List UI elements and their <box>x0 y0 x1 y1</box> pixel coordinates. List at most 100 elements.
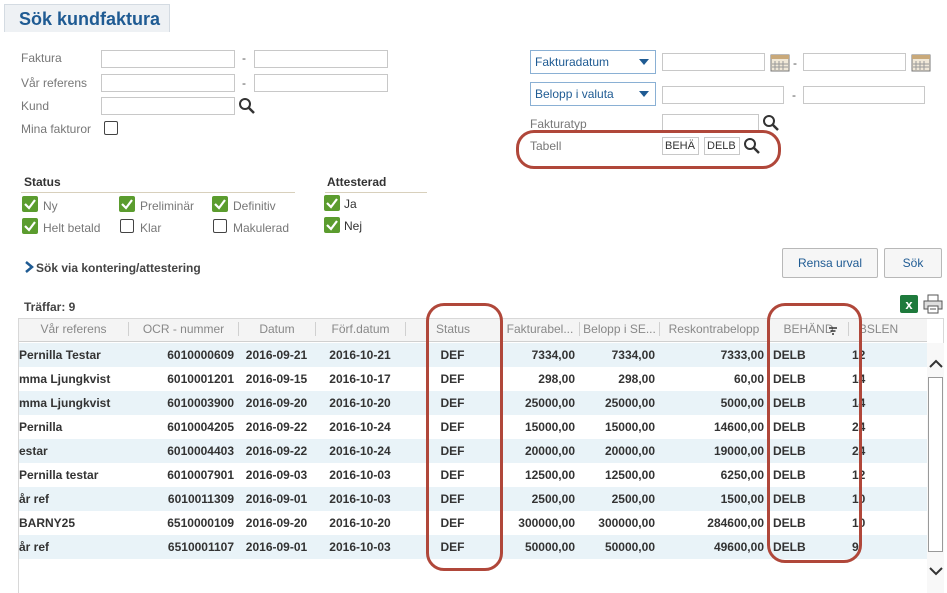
col-ocr-nummer-cell: 6010007901 <box>167 468 234 482</box>
range-dash: - <box>242 51 246 65</box>
page-title: Sök kundfaktura <box>4 4 170 32</box>
search-icon[interactable] <box>238 97 256 115</box>
faktura-to-input[interactable] <box>254 50 388 68</box>
status-makulerad-label: Makulerad <box>233 221 290 235</box>
mina-fakturor-checkbox[interactable] <box>104 121 118 135</box>
col-forf-datum-cell: 2016-10-21 <box>329 348 391 362</box>
results-count: Träffar: 9 <box>24 300 76 314</box>
col-belopp-sek-cell: 20000,00 <box>604 444 655 458</box>
col-ocr-nummer-cell: 6010003900 <box>167 396 234 410</box>
excel-export-icon[interactable]: x <box>899 294 919 314</box>
col-forf-datum-header[interactable]: Förf.datum <box>315 322 405 336</box>
col-fakturabelopp-cell: 15000,00 <box>524 420 575 434</box>
scrollbar-thumb[interactable] <box>928 377 943 552</box>
checkmark-icon <box>24 221 36 232</box>
col-fakturabelopp-cell: 300000,00 <box>518 516 575 530</box>
chevron-right-icon[interactable] <box>24 261 34 273</box>
col-belopp-sek-cell: 7334,00 <box>611 348 655 362</box>
amount-from-input[interactable] <box>662 86 784 104</box>
col-datum-cell: 2016-09-20 <box>245 396 308 410</box>
col-fakturabelopp-cell: 7334,00 <box>531 348 575 362</box>
date-type-select[interactable]: Fakturadatum <box>530 50 656 74</box>
amount-type-value: Belopp i valuta <box>535 87 614 101</box>
col-ocr-nummer-header[interactable]: OCR - nummer <box>128 322 238 336</box>
tabell-highlight <box>516 130 781 169</box>
chevron-down-icon <box>639 91 649 97</box>
col-var-referens-header[interactable]: Vår referens <box>19 322 128 336</box>
clear-button[interactable]: Rensa urval <box>782 248 878 278</box>
col-belopp-sek-cell: 2500,00 <box>611 492 655 506</box>
faktura-label: Faktura <box>21 51 62 65</box>
col-belopp-sek-header[interactable]: Belopp i SE... <box>579 322 659 336</box>
col-fakturabelopp-cell: 2500,00 <box>531 492 575 506</box>
amount-type-select[interactable]: Belopp i valuta <box>530 82 656 106</box>
col-forf-datum-cell: 2016-10-03 <box>329 492 391 506</box>
col-reskontrabelopp-cell: 6250,00 <box>720 468 764 482</box>
kontering-link[interactable]: Sök via kontering/attestering <box>36 261 201 275</box>
col-reskontrabelopp-cell: 19000,00 <box>713 444 764 458</box>
col-reskontrabelopp-cell: 284600,00 <box>707 516 764 530</box>
col-ocr-nummer-cell: 6510000109 <box>167 516 234 530</box>
scroll-up-icon[interactable] <box>928 358 944 370</box>
scroll-down-icon[interactable] <box>928 565 944 577</box>
col-forf-datum-cell: 2016-10-03 <box>329 540 391 554</box>
fakturatyp-label: Fakturatyp <box>530 117 587 131</box>
status-divider <box>21 192 295 193</box>
col-belopp-sek-cell: 298,00 <box>618 372 655 386</box>
attesterad-ja-label: Ja <box>344 197 357 211</box>
status-preliminar-label: Preliminär <box>140 199 195 213</box>
col-ocr-nummer-cell: 6010000609 <box>167 348 234 362</box>
col-datum-cell: 2016-09-22 <box>245 444 308 458</box>
col-datum-cell: 2016-09-15 <box>245 372 308 386</box>
col-forf-datum-cell: 2016-10-24 <box>329 420 391 434</box>
status-helt-betald-checkbox[interactable] <box>22 218 38 234</box>
col-var-referens-cell: år ref <box>19 492 50 506</box>
col-ocr-nummer-cell: 6010004403 <box>167 444 234 458</box>
behand-column-highlight <box>767 303 862 563</box>
status-definitiv-checkbox[interactable] <box>212 196 228 212</box>
col-reskontrabelopp-header[interactable]: Reskontrabelopp <box>659 322 768 336</box>
status-ny-checkbox[interactable] <box>22 196 38 212</box>
col-fakturabelopp-cell: 20000,00 <box>524 444 575 458</box>
var-referens-to-input[interactable] <box>254 74 388 92</box>
calendar-icon[interactable] <box>911 53 931 72</box>
attesterad-ja-checkbox[interactable] <box>324 195 340 211</box>
search-button[interactable]: Sök <box>884 248 942 278</box>
attesterad-nej-label: Nej <box>344 219 363 233</box>
status-ny-label: Ny <box>43 199 58 213</box>
var-referens-label: Vår referens <box>21 76 88 90</box>
col-fakturabelopp-header[interactable]: Fakturabel... <box>500 322 579 336</box>
col-belopp-sek-cell: 300000,00 <box>598 516 655 530</box>
date-type-value: Fakturadatum <box>535 55 610 69</box>
col-reskontrabelopp-cell: 5000,00 <box>720 396 764 410</box>
col-belopp-sek-cell: 50000,00 <box>604 540 655 554</box>
kund-input[interactable] <box>101 97 235 115</box>
col-belopp-sek-cell: 15000,00 <box>604 420 655 434</box>
print-icon[interactable] <box>922 294 944 314</box>
date-to-input[interactable] <box>803 53 906 71</box>
col-var-referens-cell: år ref <box>19 540 50 554</box>
col-var-referens-cell: Pernilla Testar <box>19 348 101 362</box>
col-ocr-nummer-cell: 6010011309 <box>167 492 234 506</box>
status-klar-checkbox[interactable] <box>120 219 134 233</box>
col-var-referens-cell: estar <box>19 444 48 458</box>
status-definitiv-label: Definitiv <box>233 199 276 213</box>
col-ocr-nummer-cell: 6010004205 <box>167 420 234 434</box>
faktura-from-input[interactable] <box>101 50 235 68</box>
calendar-icon[interactable] <box>770 53 790 72</box>
col-belopp-sek-cell: 25000,00 <box>604 396 655 410</box>
chevron-down-icon <box>639 59 649 65</box>
col-forf-datum-cell: 2016-10-20 <box>329 396 391 410</box>
amount-to-input[interactable] <box>803 86 925 104</box>
attesterad-nej-checkbox[interactable] <box>324 217 340 233</box>
col-var-referens-cell: BARNY25 <box>19 516 76 530</box>
col-belopp-sek-cell: 12500,00 <box>604 468 655 482</box>
var-referens-from-input[interactable] <box>101 74 235 92</box>
col-var-referens-cell: mma Ljungkvist <box>19 396 111 410</box>
status-makulerad-checkbox[interactable] <box>213 219 227 233</box>
status-preliminar-checkbox[interactable] <box>119 196 135 212</box>
date-from-input[interactable] <box>662 53 765 71</box>
checkmark-icon <box>214 199 226 210</box>
col-datum-header[interactable]: Datum <box>238 322 315 336</box>
col-datum-cell: 2016-09-01 <box>245 540 308 554</box>
